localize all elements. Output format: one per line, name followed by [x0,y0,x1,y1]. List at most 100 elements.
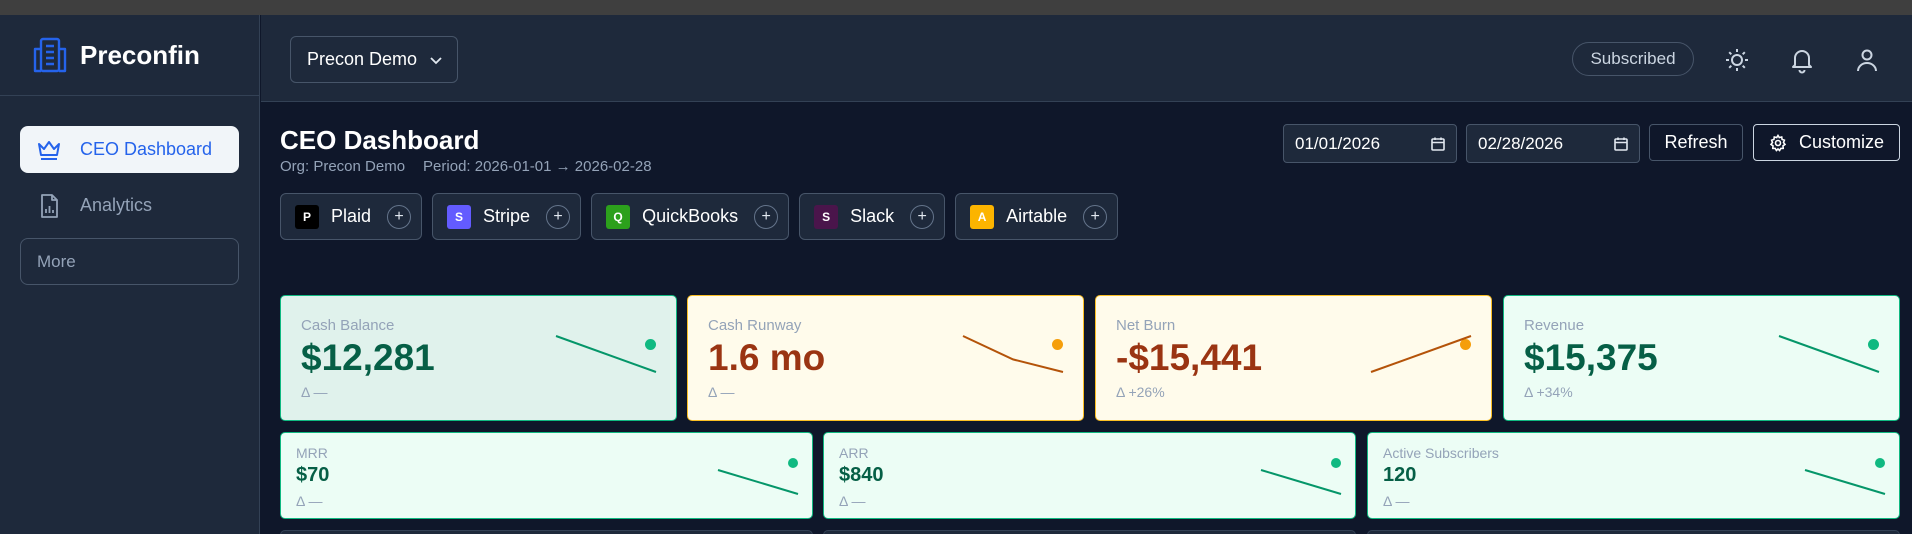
period-line: Period: 2026-01-01 → 2026-02-28 [423,158,652,175]
sparkline [963,336,1063,372]
sidebar-item-label: Analytics [80,195,153,215]
kpi-card-row3-2[interactable] [823,530,1356,534]
org-selector-value: Precon Demo [307,49,418,69]
plus-icon[interactable]: + [387,204,412,229]
kpi-label: Net Burn [1116,317,1176,334]
customize-button[interactable]: Customize [1753,124,1900,161]
kpi-value: 1.6 mo [708,337,826,378]
integration-slack[interactable]: S Slack + [799,193,946,240]
kpi-value: $15,375 [1524,337,1658,378]
sparkline [556,336,656,372]
integration-name: Slack [850,206,895,226]
kpi-value: $70 [296,464,330,486]
kpi-card-mrr[interactable]: MRR $70 Δ — [280,432,813,519]
plus-icon[interactable]: + [1083,204,1108,229]
kpi-value: 120 [1383,464,1417,486]
kpi-card-revenue[interactable]: Revenue $15,375 Δ +34% [1503,295,1900,421]
calendar-icon[interactable] [1430,136,1446,152]
end-date-value: 02/28/2026 [1478,133,1564,153]
status-dot [1875,458,1885,468]
stripe-logo-icon: S [447,204,472,229]
kpi-card-row3-3[interactable] [1367,530,1900,534]
kpi-value: -$15,441 [1116,337,1263,378]
report-icon [41,193,58,218]
calendar-icon[interactable] [1613,136,1629,152]
sidebar-item-analytics[interactable]: Analytics [20,182,239,229]
kpi-card-net-burn[interactable]: Net Burn -$15,441 Δ +26% [1095,295,1492,421]
kpi-delta: Δ — [708,384,735,400]
integration-airtable[interactable]: A Airtable + [955,193,1119,240]
integration-name: Plaid [331,206,372,226]
sidebar-item-label: CEO Dashboard [80,139,213,159]
refresh-label: Refresh [1664,132,1728,152]
sparkline [718,470,798,494]
sun-icon[interactable] [1723,46,1751,74]
start-date-input[interactable]: 01/01/2026 [1283,124,1457,163]
kpi-label: MRR [296,445,328,461]
subscription-badge: Subscribed [1572,42,1694,76]
crown-icon [38,140,60,160]
kpi-value: $840 [839,464,884,486]
sparkline-path [1805,470,1885,494]
integrations-bar: P Plaid + S Stripe + Q QuickBooks + S Sl… [280,193,1128,240]
kpi-card-cash-runway[interactable]: Cash Runway 1.6 mo Δ — [687,295,1084,421]
refresh-button[interactable]: Refresh [1649,124,1743,161]
sparkline [1805,470,1885,494]
kpi-card-arr[interactable]: ARR $840 Δ — [823,432,1356,519]
user-icon[interactable] [1853,46,1881,74]
sidebar-item-ceo-dashboard[interactable]: CEO Dashboard [20,126,239,173]
integration-name: Stripe [483,206,531,226]
app-name: Preconfin [80,39,200,70]
org-line: Org: Precon Demo [280,158,406,175]
kpi-delta: Δ +26% [1116,384,1165,400]
browser-top-strip [0,0,1912,15]
page-meta: Org: Precon Demo Period: 2026-01-01 → 202… [280,158,652,175]
building-logo-icon [33,37,67,73]
integration-quickbooks[interactable]: Q QuickBooks + [591,193,790,240]
quickbooks-logo-icon: Q [606,204,631,229]
kpi-card-row3-1[interactable] [280,530,813,534]
start-date-value: 01/01/2026 [1295,133,1381,153]
sparkline-path [556,336,656,372]
kpi-label: Active Subscribers [1383,445,1499,461]
kpi-delta: Δ — [839,493,866,509]
plus-icon[interactable]: + [546,204,571,229]
page-title: CEO Dashboard [280,125,480,155]
sidebar: Preconfin CEO Dashboard Analytics More [0,15,260,534]
kpi-value: $12,281 [301,337,435,378]
integration-stripe[interactable]: S Stripe + [432,193,582,240]
kpi-delta: Δ — [1383,493,1410,509]
plus-icon[interactable]: + [754,204,779,229]
airtable-logo-icon: A [970,204,995,229]
sparkline [1261,470,1341,494]
sparkline-path [718,470,798,494]
integration-plaid[interactable]: P Plaid + [280,193,423,240]
more-label: More [37,251,76,271]
kpi-label: Cash Runway [708,317,802,334]
status-dot [1331,458,1341,468]
end-date-input[interactable]: 02/28/2026 [1466,124,1640,163]
main-content: CEO Dashboard Org: Precon Demo Period: 20… [261,103,1912,534]
kpi-card-active-subscribers[interactable]: Active Subscribers 120 Δ — [1367,432,1900,519]
gear-icon [1769,133,1787,152]
top-header: Precon Demo Subscribed [261,15,1912,102]
sparkline-path [1371,336,1471,372]
org-selector[interactable]: Precon Demo [290,36,458,83]
plus-icon[interactable]: + [910,204,935,229]
sparkline [1371,336,1471,372]
bell-icon[interactable] [1788,46,1816,74]
customize-label: Customize [1798,132,1885,152]
plaid-logo-icon: P [295,204,319,229]
kpi-label: ARR [839,445,869,461]
slack-logo-icon: S [814,204,839,229]
kpi-delta: Δ — [301,384,328,400]
sidebar-more-button[interactable]: More [20,238,239,285]
kpi-label: Revenue [1524,317,1585,334]
sparkline-path [1261,470,1341,494]
sparkline [1779,336,1879,372]
sparkline-path [963,336,1063,372]
kpi-label: Cash Balance [301,317,395,334]
kpi-card-cash-balance[interactable]: Cash Balance $12,281 Δ — [280,295,677,421]
brand[interactable]: Preconfin [0,15,259,96]
kpi-delta: Δ +34% [1524,384,1573,400]
